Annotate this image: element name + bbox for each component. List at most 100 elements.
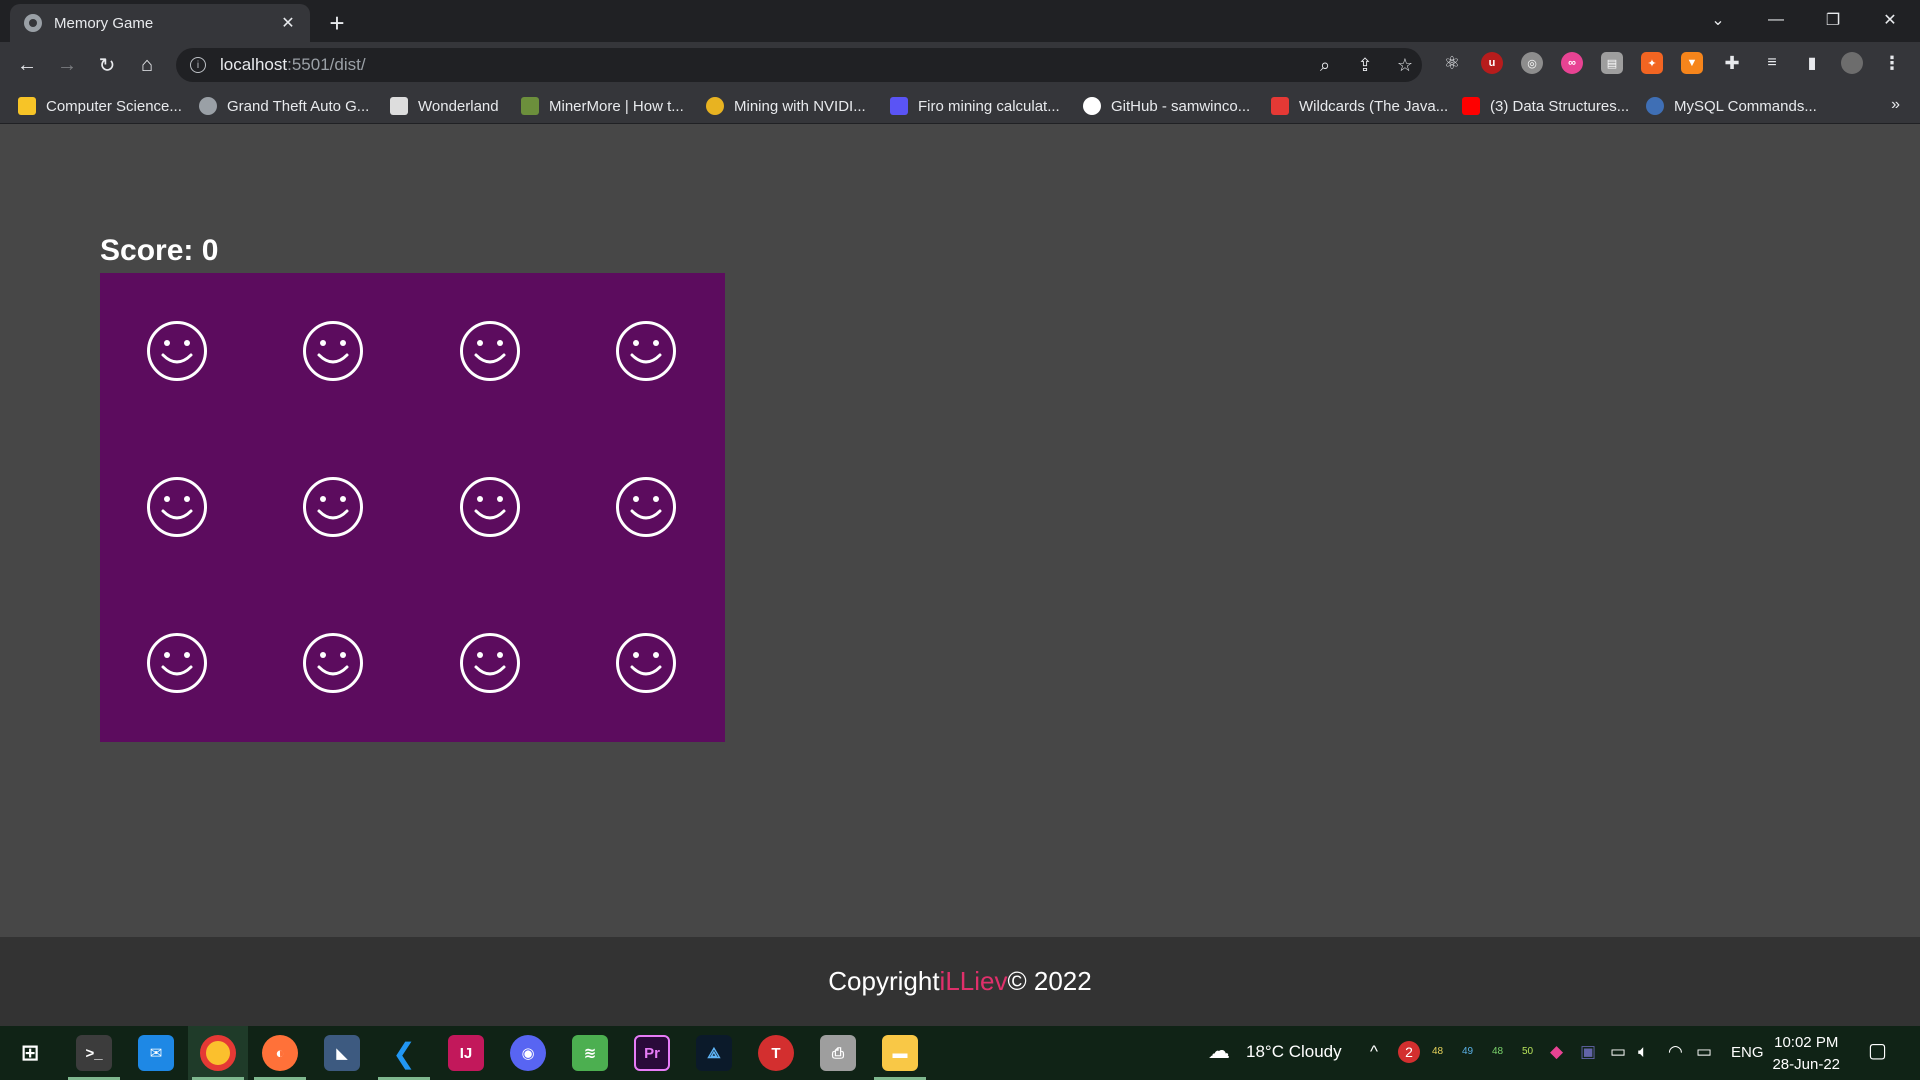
tray-number-4: 50 <box>1522 1046 1534 1057</box>
address-bar[interactable]: i localhost:5501/dist/ ⌕ ⇪ ☆ <box>176 48 1422 82</box>
bookmark-item[interactable]: Computer Science... <box>18 96 182 116</box>
memory-card[interactable] <box>614 631 678 695</box>
close-window-icon[interactable]: ✕ <box>1862 0 1918 40</box>
t-app-icon[interactable]: T <box>758 1035 794 1071</box>
tray-number-2: 49 <box>1462 1046 1474 1057</box>
clock-date: 28-Jun-22 <box>1772 1056 1840 1073</box>
metamask-icon[interactable]: ▼ <box>1681 52 1703 74</box>
chrome-icon[interactable] <box>200 1035 236 1071</box>
printer-icon[interactable]: ⎙ <box>820 1035 856 1071</box>
extension-pink-icon[interactable]: ∞ <box>1561 52 1583 74</box>
bookmark-item[interactable]: (3) Data Structures... <box>1462 96 1629 116</box>
intellij-icon[interactable]: IJ <box>448 1035 484 1071</box>
memory-card[interactable] <box>614 475 678 539</box>
bookmarks-bar: Computer Science... Grand Theft Auto G...… <box>0 88 1920 124</box>
meet-icon[interactable]: ▭ <box>1610 1042 1626 1062</box>
vscode-icon[interactable]: ❮ <box>386 1035 422 1071</box>
windows-start-icon[interactable]: ⊞ <box>12 1035 48 1071</box>
share-icon[interactable]: ⇪ <box>1352 52 1378 78</box>
tab-strip: Memory Game ✕ + ⌄ — ❐ ✕ <box>0 0 1920 42</box>
menu-kebab-icon[interactable]: ⋮ <box>1881 52 1903 74</box>
tab-memory-game[interactable]: Memory Game ✕ <box>10 4 310 42</box>
youtube-icon <box>1462 97 1480 115</box>
smiley-icon <box>147 633 207 693</box>
footer-author: iLLiev <box>939 966 1008 996</box>
bookmark-item[interactable]: Wildcards (The Java... <box>1271 96 1448 116</box>
reload-icon[interactable]: ↻ <box>92 50 122 80</box>
weather-text[interactable]: 18°C Cloudy <box>1246 1042 1342 1062</box>
extension-grey-icon[interactable]: ▤ <box>1601 52 1623 74</box>
memory-card[interactable] <box>614 319 678 383</box>
notification-badge[interactable]: 2 <box>1398 1041 1420 1063</box>
new-tab-button[interactable]: + <box>322 8 352 38</box>
bookmark-label: Mining with NVIDI... <box>734 97 866 115</box>
smiley-icon <box>303 633 363 693</box>
memory-card[interactable] <box>145 475 209 539</box>
extension-orange-icon[interactable]: ✦ <box>1641 52 1663 74</box>
bookmark-item[interactable]: Firo mining calculat... <box>890 96 1060 116</box>
wifi-icon[interactable]: ◠ <box>1668 1042 1683 1062</box>
mysql-workbench-icon[interactable]: ◣ <box>324 1035 360 1071</box>
memory-card[interactable] <box>301 319 365 383</box>
premiere-icon[interactable]: Pr <box>634 1035 670 1071</box>
smiley-icon <box>460 477 520 537</box>
extension-eyes-icon[interactable]: ◎ <box>1521 52 1543 74</box>
memory-card[interactable] <box>458 319 522 383</box>
smiley-icon <box>303 477 363 537</box>
bookmark-item[interactable]: MinerMore | How t... <box>521 96 684 116</box>
back-icon[interactable]: ← <box>12 50 42 80</box>
smiley-icon <box>460 633 520 693</box>
discord-icon[interactable]: ◉ <box>510 1035 546 1071</box>
clock[interactable]: 10:02 PM 28-Jun-22 <box>1772 1032 1840 1076</box>
site-info-icon[interactable]: i <box>190 57 206 73</box>
minimize-icon[interactable]: — <box>1748 0 1804 40</box>
terminal-icon[interactable]: >_ <box>76 1035 112 1071</box>
memory-card[interactable] <box>458 475 522 539</box>
more-bookmarks-icon[interactable]: » <box>1891 96 1900 114</box>
memory-card[interactable] <box>301 631 365 695</box>
tray-app-icon[interactable]: ◆ <box>1550 1042 1563 1062</box>
tray-number-1: 48 <box>1432 1046 1444 1057</box>
smiley-icon <box>460 321 520 381</box>
forward-icon[interactable]: → <box>52 50 82 80</box>
bookmark-item[interactable]: GitHub - samwinco... <box>1083 96 1250 116</box>
bookmark-label: Computer Science... <box>46 97 182 115</box>
bluestacks-icon[interactable]: ≋ <box>572 1035 608 1071</box>
zoom-icon[interactable]: ⌕ <box>1312 52 1338 78</box>
bookmark-item[interactable]: Wonderland <box>390 96 499 116</box>
memory-card[interactable] <box>301 475 365 539</box>
tab-search-icon[interactable]: ⌄ <box>1690 0 1746 40</box>
mail-icon[interactable]: ✉ <box>138 1035 174 1071</box>
language-indicator[interactable]: ENG <box>1731 1044 1764 1061</box>
side-panel-icon[interactable]: ▮ <box>1801 52 1823 74</box>
memory-card[interactable] <box>145 319 209 383</box>
profile-avatar-icon[interactable] <box>1841 52 1863 74</box>
bookmark-star-icon[interactable]: ☆ <box>1392 52 1418 78</box>
battery-icon[interactable]: ▭ <box>1696 1042 1712 1062</box>
restore-icon[interactable]: ❐ <box>1805 0 1861 40</box>
memory-card[interactable] <box>145 631 209 695</box>
bookmark-item[interactable]: Mining with NVIDI... <box>706 96 866 116</box>
home-icon[interactable]: ⌂ <box>132 50 162 80</box>
ublock-icon[interactable]: u <box>1481 52 1503 74</box>
memory-card[interactable] <box>458 631 522 695</box>
data-studio-icon[interactable]: ⟁ <box>696 1035 732 1071</box>
cloud-icon[interactable]: ☁ <box>1208 1038 1230 1064</box>
action-center-icon[interactable]: ▢ <box>1868 1038 1887 1063</box>
globe-icon <box>1646 97 1664 115</box>
bookmark-item[interactable]: MySQL Commands... <box>1646 96 1817 116</box>
chevron-up-icon[interactable]: ^ <box>1370 1042 1378 1062</box>
close-tab-icon[interactable]: ✕ <box>278 13 298 33</box>
reading-list-icon[interactable]: ≡ <box>1761 52 1783 74</box>
teams-icon[interactable]: ▣ <box>1580 1042 1596 1062</box>
file-explorer-icon[interactable]: ▬ <box>882 1035 918 1071</box>
firefox-icon[interactable]: ◐ <box>262 1035 298 1071</box>
react-devtools-icon[interactable]: ⚛ <box>1441 52 1463 74</box>
volume-icon[interactable]: 🔈︎ <box>1638 1042 1648 1062</box>
bookmark-label: Grand Theft Auto G... <box>227 97 370 115</box>
extensions-puzzle-icon[interactable]: ✚ <box>1721 52 1743 74</box>
footer-prefix: Copyright <box>828 966 940 996</box>
clock-time: 10:02 PM <box>1774 1034 1839 1051</box>
taskbar: ⊞ >_ ✉ ◐ ◣ ❮ IJ ◉ ≋ Pr ⟁ T ⎙ ▬ ☁ 18°C Cl… <box>0 1026 1920 1080</box>
bookmark-item[interactable]: Grand Theft Auto G... <box>199 96 369 116</box>
